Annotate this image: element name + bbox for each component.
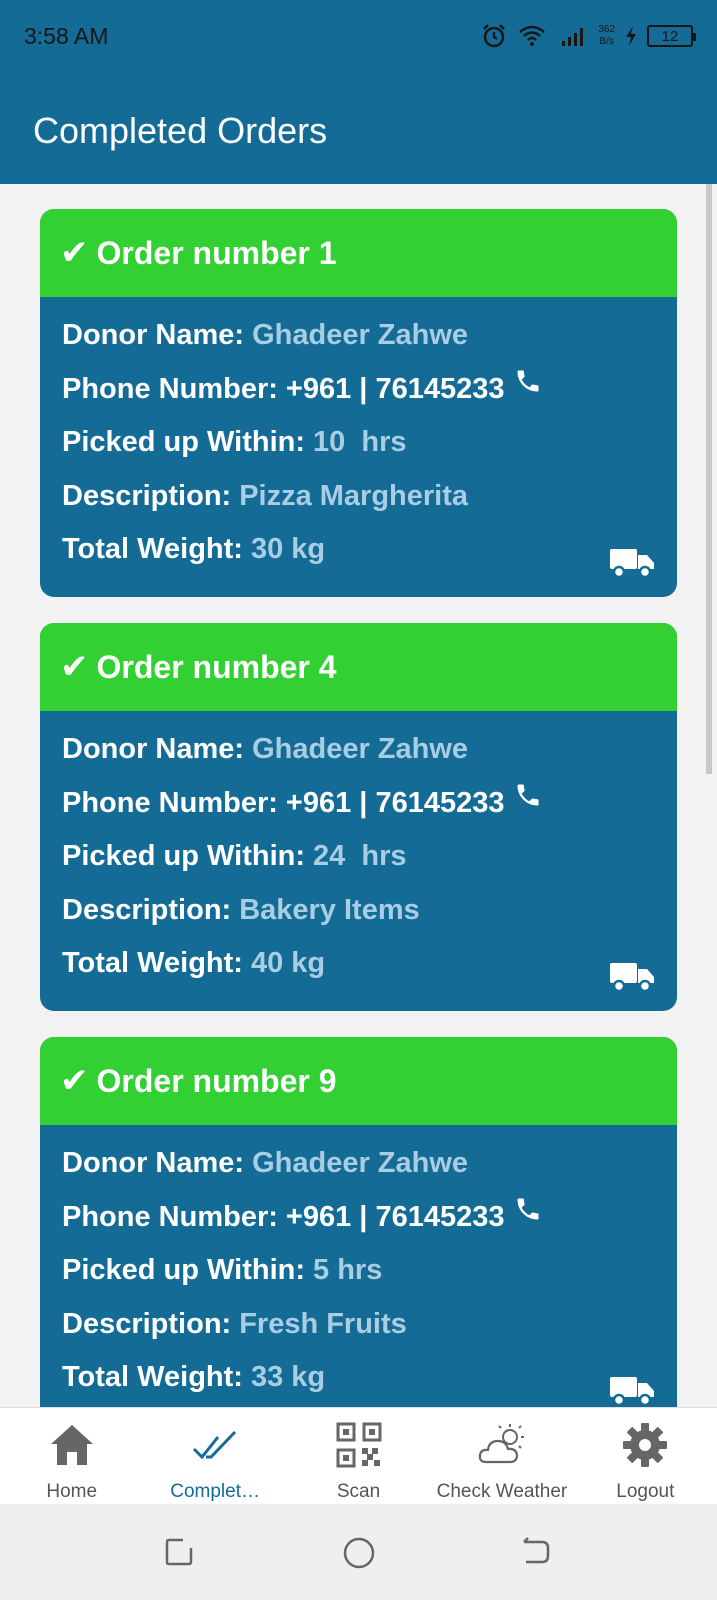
phone-row: Phone Number: +961 | 76145233 — [62, 370, 655, 427]
total-weight: 33 kg — [250, 1361, 326, 1393]
description: Fresh Fruits — [239, 1307, 407, 1340]
donor-row: Donor Name: Ghadeer Zahwe — [62, 1147, 469, 1179]
description-row: Description: Bakery Items — [62, 893, 420, 926]
nav-scan[interactable]: Scan — [287, 1408, 430, 1504]
nav-home[interactable]: Home — [0, 1408, 143, 1504]
pickup-row: Picked up Within: 10 hrs — [62, 426, 407, 458]
home-circle-icon[interactable] — [342, 1536, 376, 1570]
weather-icon — [478, 1424, 524, 1464]
truck-icon[interactable] — [609, 1373, 655, 1407]
truck-icon[interactable] — [609, 545, 655, 579]
scrollbar[interactable] — [706, 184, 712, 774]
phone-row: Phone Number: +961 | 76145233 — [62, 784, 655, 841]
order-title: Order number 9 — [96, 1062, 337, 1099]
app-bar: Completed Orders — [0, 72, 717, 184]
nav-completed[interactable]: Complet… — [143, 1408, 286, 1504]
order-card[interactable]: ✔ Order number 9 Donor Name: Ghadeer Zahw… — [40, 1037, 677, 1407]
donor-row: Donor Name: Ghadeer Zahwe — [62, 319, 469, 351]
pickup-time: 10 hrs — [313, 426, 407, 458]
pickup-time: 24 hrs — [313, 840, 407, 872]
donor-name: Ghadeer Zahwe — [252, 733, 469, 765]
pickup-time: 5 hrs — [313, 1254, 383, 1286]
nav-weather[interactable]: Check Weather — [430, 1408, 573, 1504]
phone-number: +961 | 76145233 — [285, 1200, 505, 1233]
order-title: Order number 4 — [96, 648, 337, 685]
donor-name: Ghadeer Zahwe — [252, 319, 469, 351]
nav-home-label: Home — [46, 1481, 98, 1502]
status-bar: 3:58 AM 362 B/s 12 — [0, 0, 717, 72]
net-speed: 362 B/s — [598, 24, 615, 47]
description: Pizza Margherita — [239, 479, 469, 512]
home-icon — [50, 1425, 93, 1465]
status-time: 3:58 AM — [24, 23, 109, 49]
check-icon: ✔ — [60, 1062, 89, 1100]
back-icon[interactable] — [520, 1536, 552, 1568]
orders-list[interactable]: ✔ Order number 1 Donor Name: Ghadeer Zahw… — [0, 184, 717, 1407]
description: Bakery Items — [239, 893, 420, 926]
charging-icon — [626, 26, 636, 46]
phone-icon[interactable] — [514, 1195, 542, 1223]
pickup-row: Picked up Within: 24 hrs — [62, 840, 407, 872]
donor-row: Donor Name: Ghadeer Zahwe — [62, 733, 469, 765]
description-row: Description: Fresh Fruits — [62, 1307, 407, 1340]
phone-number: +961 | 76145233 — [285, 786, 505, 819]
order-card[interactable]: ✔ Order number 4 Donor Name: Ghadeer Zahw… — [40, 623, 677, 1011]
phone-number: +961 | 76145233 — [285, 372, 505, 405]
check-icon: ✔ — [60, 648, 89, 686]
alarm-icon — [483, 24, 506, 48]
weight-row: Total Weight: 40 kg — [62, 947, 326, 979]
recent-apps-icon[interactable] — [163, 1536, 195, 1568]
phone-row: Phone Number: +961 | 76145233 — [62, 1198, 655, 1255]
description-row: Description: Pizza Margherita — [62, 479, 469, 512]
phone-icon[interactable] — [514, 781, 542, 809]
order-card-header: ✔ Order number 4 — [40, 623, 677, 711]
order-title: Order number 1 — [96, 234, 337, 271]
system-navigation-bar — [0, 1504, 717, 1600]
order-card[interactable]: ✔ Order number 1 Donor Name: Ghadeer Zahw… — [40, 209, 677, 597]
total-weight: 30 kg — [250, 533, 326, 565]
signal-icon — [562, 28, 584, 46]
order-card-header: ✔ Order number 1 — [40, 209, 677, 297]
order-card-header: ✔ Order number 9 — [40, 1037, 677, 1125]
wifi-icon — [519, 25, 546, 46]
truck-icon[interactable] — [609, 959, 655, 993]
order-card-body: Donor Name: Ghadeer Zahwe Phone Number: +9… — [40, 297, 677, 587]
pickup-row: Picked up Within: 5 hrs — [62, 1254, 383, 1286]
donor-name: Ghadeer Zahwe — [252, 1147, 469, 1179]
nav-scan-label: Scan — [336, 1481, 381, 1502]
total-weight: 40 kg — [250, 947, 326, 979]
weight-row: Total Weight: 30 kg — [62, 533, 326, 565]
nav-weather-label: Check Weather — [436, 1481, 568, 1502]
battery-icon: 12 — [647, 25, 696, 47]
order-card-body: Donor Name: Ghadeer Zahwe Phone Number: +9… — [40, 1125, 677, 1407]
check-icon: ✔ — [60, 234, 89, 272]
nav-completed-label: Complet… — [170, 1481, 260, 1502]
double-check-icon — [193, 1430, 237, 1460]
weight-row: Total Weight: 33 kg — [62, 1361, 326, 1393]
qr-code-icon — [336, 1422, 382, 1468]
phone-icon[interactable] — [514, 367, 542, 395]
nav-logout[interactable]: Logout — [574, 1408, 717, 1504]
status-icons: 362 B/s 12 — [480, 20, 696, 52]
order-card-body: Donor Name: Ghadeer Zahwe Phone Number: +9… — [40, 711, 677, 1001]
page-title: Completed Orders — [33, 110, 328, 151]
nav-logout-label: Logout — [616, 1481, 675, 1502]
bottom-navigation: Home Complet… Scan Check Weather Logout — [0, 1407, 717, 1504]
gear-icon — [623, 1423, 668, 1467]
